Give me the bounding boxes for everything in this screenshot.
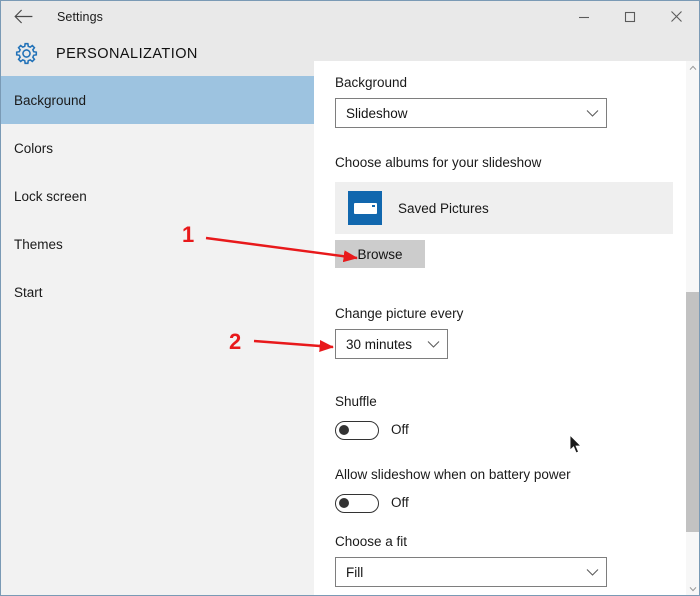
sidebar-item-background[interactable]: Background <box>1 76 314 124</box>
battery-label: Allow slideshow when on battery power <box>335 467 571 482</box>
sidebar-item-start[interactable]: Start <box>1 268 314 316</box>
interval-dropdown[interactable]: 30 minutes <box>335 329 448 359</box>
fit-label: Choose a fit <box>335 534 407 549</box>
battery-state: Off <box>391 495 409 510</box>
chevron-down-icon <box>419 340 447 349</box>
title-bar: Settings <box>1 1 699 32</box>
album-list: Saved Pictures <box>335 182 673 234</box>
back-arrow-icon[interactable] <box>1 1 45 32</box>
sidebar-item-label: Colors <box>14 141 53 156</box>
vertical-scrollbar[interactable] <box>686 61 699 596</box>
chevron-up-icon[interactable] <box>686 61 699 75</box>
sidebar-item-label: Themes <box>14 237 63 252</box>
picture-folder-icon <box>348 191 382 225</box>
window-title: Settings <box>57 10 103 24</box>
minimize-icon[interactable] <box>561 1 607 32</box>
sidebar-item-label: Lock screen <box>14 189 87 204</box>
toggle-knob <box>339 498 349 508</box>
shuffle-toggle[interactable] <box>335 421 379 440</box>
shuffle-label: Shuffle <box>335 394 377 409</box>
album-name: Saved Pictures <box>398 201 489 216</box>
maximize-icon[interactable] <box>607 1 653 32</box>
browse-button-label: Browse <box>357 247 402 262</box>
background-type-value: Slideshow <box>336 106 578 121</box>
sidebar-item-label: Start <box>14 285 43 300</box>
background-label: Background <box>335 75 407 90</box>
sidebar-item-themes[interactable]: Themes <box>1 220 314 268</box>
battery-toggle[interactable] <box>335 494 379 513</box>
browse-button[interactable]: Browse <box>335 240 425 268</box>
close-icon[interactable] <box>653 1 699 32</box>
window-controls <box>561 1 699 32</box>
settings-content: Background Slideshow Choose albums for y… <box>314 61 686 596</box>
fit-dropdown[interactable]: Fill <box>335 557 607 587</box>
chevron-down-icon <box>578 109 606 118</box>
background-type-dropdown[interactable]: Slideshow <box>335 98 607 128</box>
fit-value: Fill <box>336 565 578 580</box>
sidebar: Background Colors Lock screen Themes Sta… <box>1 76 314 596</box>
page-title: PERSONALIZATION <box>56 46 198 62</box>
sidebar-item-colors[interactable]: Colors <box>1 124 314 172</box>
settings-window: Settings <box>0 0 700 596</box>
toggle-knob <box>339 425 349 435</box>
scrollbar-thumb[interactable] <box>686 292 699 532</box>
shuffle-state: Off <box>391 422 409 437</box>
mouse-cursor <box>569 434 583 460</box>
interval-label: Change picture every <box>335 306 463 321</box>
sidebar-item-label: Background <box>14 93 86 108</box>
chevron-down-icon <box>578 568 606 577</box>
albums-label: Choose albums for your slideshow <box>335 155 541 170</box>
gear-icon <box>11 38 41 68</box>
sidebar-item-lock-screen[interactable]: Lock screen <box>1 172 314 220</box>
chevron-down-icon[interactable] <box>686 582 699 596</box>
interval-value: 30 minutes <box>336 337 419 352</box>
